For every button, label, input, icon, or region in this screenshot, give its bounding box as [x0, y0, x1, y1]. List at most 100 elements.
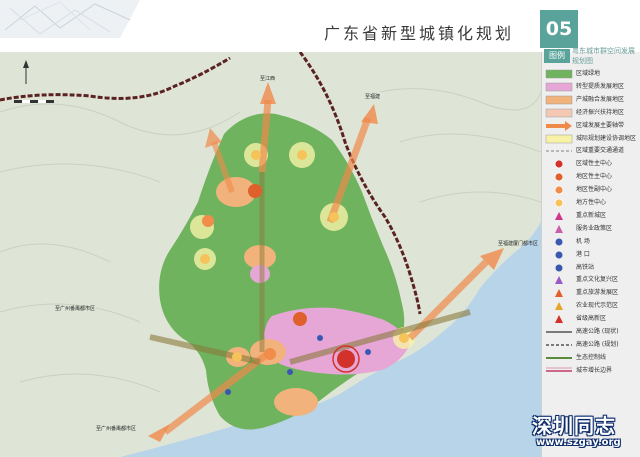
legend-item: 服务业政策区 — [545, 223, 639, 235]
legend-symbol-circle — [554, 172, 564, 182]
legend-symbol-circle — [554, 198, 564, 208]
legend-item-label: 区域绿地 — [576, 70, 601, 77]
legend-symbol-dot — [555, 238, 563, 246]
legend-item: 农业现代示范区 — [545, 300, 639, 312]
map-label: 至广州番禺都市区 — [55, 305, 95, 312]
legend-symbol-circle — [554, 185, 564, 195]
legend-symbol-fill — [545, 69, 573, 79]
legend-item: 产城融合发展地区 — [545, 94, 639, 106]
legend-item-label: 重点文化复兴区 — [576, 276, 619, 284]
legend-item-label: 服务业政策区 — [576, 224, 613, 232]
legend-item-label: 高速公路 (规划) — [576, 340, 619, 348]
legend-item-label: 城市增长边界 — [576, 366, 613, 374]
legend-symbol-borderline — [546, 367, 572, 372]
legend-item: 重点新城区 — [545, 210, 639, 222]
legend-item: 机 场 — [545, 236, 639, 248]
map-label: 至福建厦门都市区 — [498, 240, 538, 247]
legend-item: 城际规划建设协调地区 — [545, 133, 639, 145]
area-sub-center — [202, 215, 214, 227]
legend-tag: 图例 — [544, 49, 570, 63]
legend-item-label: 产城融合发展地区 — [576, 95, 625, 103]
map-label: 至广州番禺都市区 — [96, 425, 136, 432]
scale-bar — [14, 100, 54, 103]
legend-symbol-triangle — [555, 289, 563, 298]
legend-item: 区域性主中心 — [545, 158, 639, 170]
header-polygon-decoration — [0, 0, 140, 38]
legend-item: 地区性副中心 — [545, 184, 639, 196]
planning-map[interactable]: 至广州番禺都市区 至福建厦门都市区 至广州番禺都市区 至江西 至福建 — [0, 52, 541, 457]
legend-symbol-triangle — [555, 224, 563, 233]
legend-item-label: 经济振兴扶持地区 — [576, 108, 625, 116]
map-label: 至福建 — [365, 93, 380, 100]
legend-symbol-triangle — [555, 302, 563, 311]
legend-item: 区域绿地 — [545, 68, 639, 80]
legend-item-label: 港 口 — [576, 250, 590, 258]
map-panel[interactable]: 至广州番禺都市区 至福建厦门都市区 至广州番禺都市区 至江西 至福建 — [0, 52, 541, 457]
legend-item-label: 区域发展主要轴带 — [576, 121, 625, 129]
legend-item-label: 高速公路 (现状) — [576, 328, 619, 335]
legend-item: 生态控制线 — [545, 352, 639, 364]
legend-symbol-dot — [555, 251, 563, 259]
port-icon — [225, 389, 231, 395]
legend-item-label: 城际规划建设协调地区 — [576, 134, 637, 142]
local-center — [399, 333, 409, 343]
legend-item: 高速公路 (规划) — [545, 339, 639, 351]
legend-item-label: 地方性中心 — [576, 199, 607, 206]
legend-item-label: 地区性主中心 — [576, 173, 613, 181]
legend-symbol-fill — [545, 134, 573, 143]
section-number: 05 — [540, 10, 578, 48]
legend-item: 转型提质发展地区 — [545, 81, 639, 93]
page-title: 广东省新型城镇化规划 — [324, 24, 515, 43]
legend-item-label: 区域性主中心 — [576, 160, 613, 168]
legend-item-label: 地区性副中心 — [576, 186, 613, 194]
legend-item: 地区性主中心 — [545, 171, 639, 183]
region-orange — [274, 388, 318, 416]
legend-item: 区域重要交通通道 — [545, 145, 639, 157]
local-center — [251, 150, 261, 160]
legend-symbol-fill — [545, 82, 573, 92]
legend-symbol-line — [546, 356, 572, 359]
legend-title: 粤东城市群空间发展规划图 — [572, 47, 635, 65]
legend-item-label: 机 场 — [576, 237, 590, 245]
legend-symbol-fill — [545, 108, 573, 117]
local-center — [232, 352, 242, 362]
legend-item-label: 生态控制线 — [576, 353, 607, 361]
legend-symbol-arrow — [546, 120, 572, 131]
local-center — [329, 212, 339, 222]
area-main-center — [248, 184, 262, 198]
legend-symbol-circle — [554, 159, 564, 169]
legend-symbol-triangle — [555, 211, 563, 220]
legend-symbol-triangle — [555, 315, 563, 324]
legend-item: 省级高新区 — [545, 313, 639, 325]
legend-item: 港 口 — [545, 249, 639, 261]
legend-item: 区域发展主要轴带 — [545, 120, 639, 132]
legend-symbol-triangle — [555, 276, 563, 285]
legend-item-label: 重点旅游发展区 — [576, 289, 619, 297]
rail-station-icon — [287, 369, 293, 375]
legend-item-label: 重点新城区 — [576, 211, 607, 219]
legend-symbol-line — [546, 331, 572, 333]
local-center — [200, 254, 210, 264]
watermark: 深圳同志 www.szgay.org — [532, 410, 636, 454]
regional-main-center — [337, 350, 355, 368]
watermark-url: www.szgay.org — [536, 437, 621, 448]
area-main-center — [293, 312, 307, 326]
scale-bar — [22, 100, 30, 103]
watermark-name: 深圳同志 — [532, 414, 616, 438]
legend-symbol-dot — [555, 264, 563, 271]
legend-item: 高铁站 — [545, 262, 639, 274]
legend-symbol-fill — [545, 95, 573, 105]
legend-item: 重点旅游发展区 — [545, 287, 639, 299]
local-center — [297, 150, 307, 160]
legend-item: 地方性中心 — [545, 197, 639, 209]
legend-item: 经济振兴扶持地区 — [545, 107, 639, 119]
legend-item: 高速公路 (现状) — [545, 326, 639, 338]
legend-item-label: 高铁站 — [576, 263, 595, 271]
header: 广东省新型城镇化规划 05 — [0, 0, 640, 50]
legend-item-label: 区域重要交通通道 — [576, 147, 625, 155]
legend-item: 重点文化复兴区 — [545, 274, 639, 286]
legend-item: 城市增长边界 — [545, 365, 639, 377]
legend-symbol-dashline — [546, 150, 572, 153]
scale-bar — [38, 100, 46, 103]
legend-item-label: 省级高新区 — [576, 315, 607, 323]
